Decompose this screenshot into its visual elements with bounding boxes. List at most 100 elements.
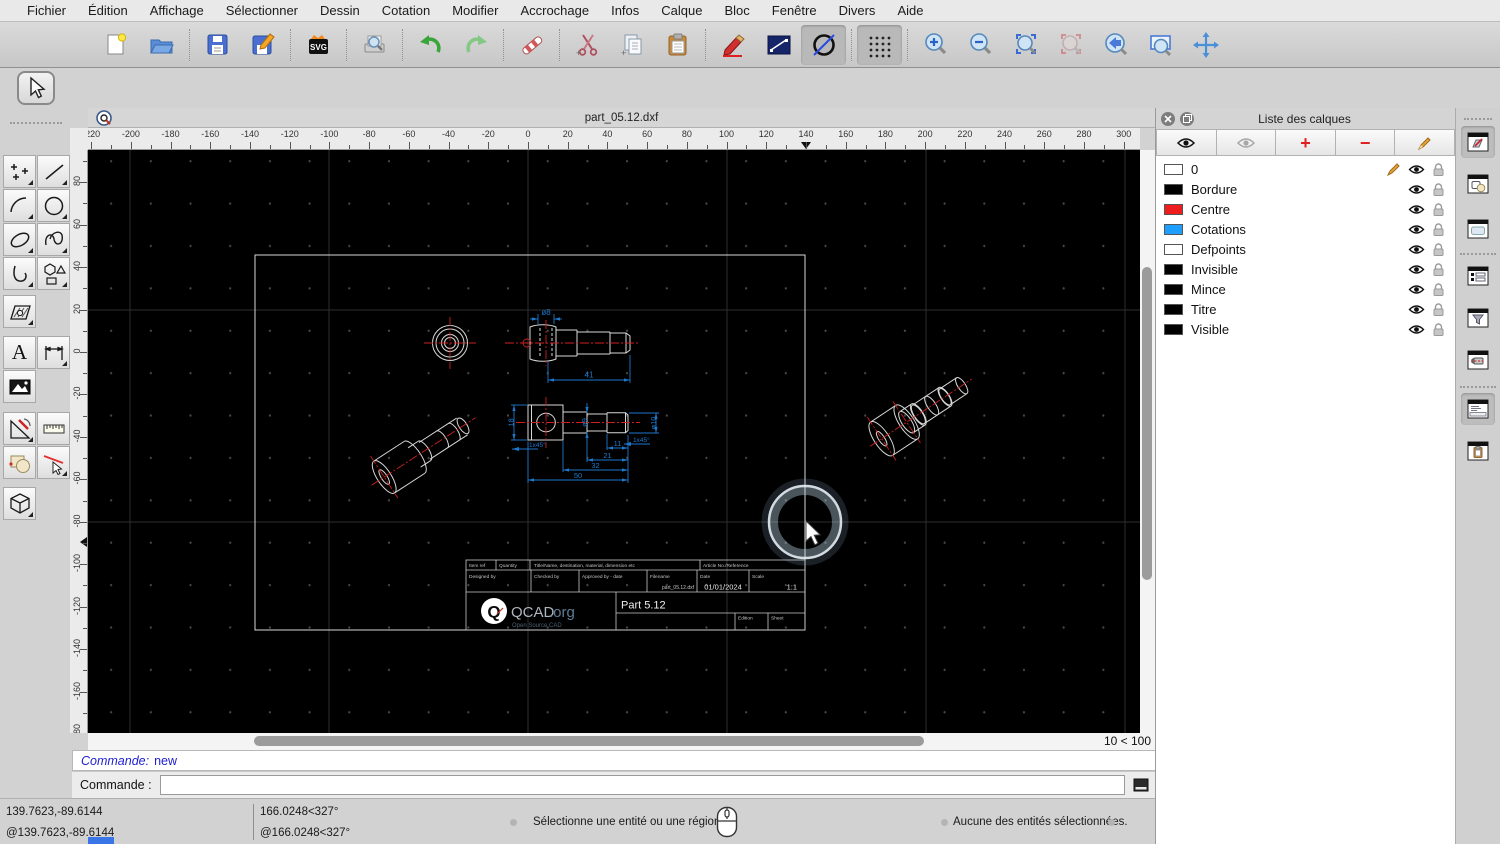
menu-item[interactable]: Dessin [309,0,371,22]
undo-button[interactable] [408,25,453,65]
menu-item[interactable]: Édition [77,0,139,22]
zoom-selection-button[interactable] [1048,25,1093,65]
viewport-3d-tool-button[interactable] [3,487,36,520]
save-as-button[interactable] [240,25,285,65]
zoom-window-button[interactable] [1138,25,1183,65]
shape-tool-button[interactable] [37,257,70,290]
open-file-button[interactable] [139,25,184,65]
selection-filter-dock-button[interactable] [1461,302,1495,334]
menu-item[interactable]: Affichage [139,0,215,22]
print-preview-button[interactable] [352,25,397,65]
layer-visibility-icon[interactable] [1405,224,1427,235]
layer-row[interactable]: Invisible [1156,259,1455,279]
grid-toggle-button[interactable] [857,25,902,65]
clipboard-dock-button[interactable] [1461,435,1495,467]
layer-row[interactable]: Defpoints [1156,239,1455,259]
layer-row[interactable]: Mince [1156,279,1455,299]
layer-visibility-icon[interactable] [1405,284,1427,295]
show-all-layers-button[interactable] [1156,129,1217,156]
layer-row[interactable]: 0 [1156,159,1455,179]
layer-lock-icon[interactable] [1427,163,1449,176]
text-tool-button[interactable]: A [3,336,36,369]
hatch-tool-button[interactable] [3,295,36,328]
layer-list-dock-button[interactable] [1461,126,1495,158]
layer-row[interactable]: Cotations [1156,219,1455,239]
measure-tool-button[interactable] [37,412,70,445]
layer-row[interactable]: Centre [1156,199,1455,219]
image-tool-button[interactable] [3,370,36,403]
layer-lock-icon[interactable] [1427,183,1449,196]
linetype-button[interactable] [756,25,801,65]
layer-visibility-icon[interactable] [1405,324,1427,335]
new-file-button[interactable] [94,25,139,65]
command-input[interactable] [160,775,1125,795]
layers-panel-title[interactable]: Liste des calques [1194,112,1415,126]
edit-layer-button[interactable] [1395,129,1455,156]
drawing-canvas[interactable]: ø8 41 [88,150,1140,733]
command-line-dock-button[interactable] [1461,393,1495,425]
delete-button[interactable] [509,25,554,65]
menu-item[interactable]: Sélectionner [215,0,309,22]
menu-item[interactable]: Bloc [713,0,760,22]
selection-pointer-button[interactable] [17,71,55,105]
document-tab-title[interactable]: part_05.12.dxf [88,108,1155,128]
zoom-previous-button[interactable] [1093,25,1138,65]
hide-all-layers-button[interactable] [1217,129,1277,156]
zoom-out-button[interactable] [958,25,1003,65]
menu-item[interactable]: Fichier [16,0,77,22]
vertical-scrollbar-thumb[interactable] [1142,267,1152,580]
layer-lock-icon[interactable] [1427,203,1449,216]
spline-tool-button[interactable] [37,223,70,256]
layer-lock-icon[interactable] [1427,283,1449,296]
layer-row[interactable]: Bordure [1156,179,1455,199]
dimension-tool-button[interactable] [37,336,70,369]
layer-row[interactable]: Visible [1156,319,1455,339]
boolean-tool-button[interactable] [3,446,36,479]
menu-item[interactable]: Cotation [371,0,441,22]
property-editor-dock-button[interactable] [1461,260,1495,292]
paste-button[interactable] [655,25,700,65]
block-list-dock-button[interactable] [1461,168,1495,200]
command-panel-toggle-button[interactable] [1131,776,1151,794]
zoom-auto-button[interactable] [1003,25,1048,65]
line-tool-button[interactable] [37,155,70,188]
horizontal-scrollbar-thumb[interactable] [254,736,924,746]
layer-visibility-icon[interactable] [1405,304,1427,315]
draw-color-button[interactable] [711,25,756,65]
polyline-tool-button[interactable] [3,257,36,290]
layer-row[interactable]: Titre [1156,299,1455,319]
layer-lock-icon[interactable] [1427,243,1449,256]
snap-edit-tool-button[interactable] [37,446,70,479]
layer-lock-icon[interactable] [1427,263,1449,276]
save-button[interactable] [195,25,240,65]
menu-item[interactable]: Modifier [441,0,509,22]
redo-button[interactable] [453,25,498,65]
svg-export-button[interactable]: SVG [296,25,341,65]
layer-lock-icon[interactable] [1427,303,1449,316]
layer-visibility-icon[interactable] [1405,184,1427,195]
add-layer-button[interactable]: + [1276,129,1336,156]
point-tool-button[interactable] [3,155,36,188]
layer-visibility-icon[interactable] [1405,264,1427,275]
menu-item[interactable]: Infos [600,0,650,22]
modify-tool-button[interactable] [3,412,36,445]
vertical-scrollbar[interactable] [1140,150,1155,733]
ellipse-tool-button[interactable] [3,223,36,256]
layer-lock-icon[interactable] [1427,223,1449,236]
layer-lock-icon[interactable] [1427,323,1449,336]
menu-item[interactable]: Aide [886,0,934,22]
layer-visibility-icon[interactable] [1405,244,1427,255]
arc-tool-button[interactable] [3,189,36,222]
remove-layer-button[interactable]: − [1336,129,1396,156]
layer-visibility-icon[interactable] [1405,204,1427,215]
menu-item[interactable]: Calque [650,0,713,22]
panel-close-button[interactable] [1161,112,1175,126]
lineweight-button[interactable] [801,25,846,65]
menu-item[interactable]: Accrochage [509,0,600,22]
circle-tool-button[interactable] [37,189,70,222]
pan-button[interactable] [1183,25,1228,65]
menu-item[interactable]: Divers [828,0,887,22]
library-browser-dock-button[interactable] [1461,344,1495,376]
panel-float-button[interactable] [1180,112,1194,126]
cut-button[interactable]: + [565,25,610,65]
